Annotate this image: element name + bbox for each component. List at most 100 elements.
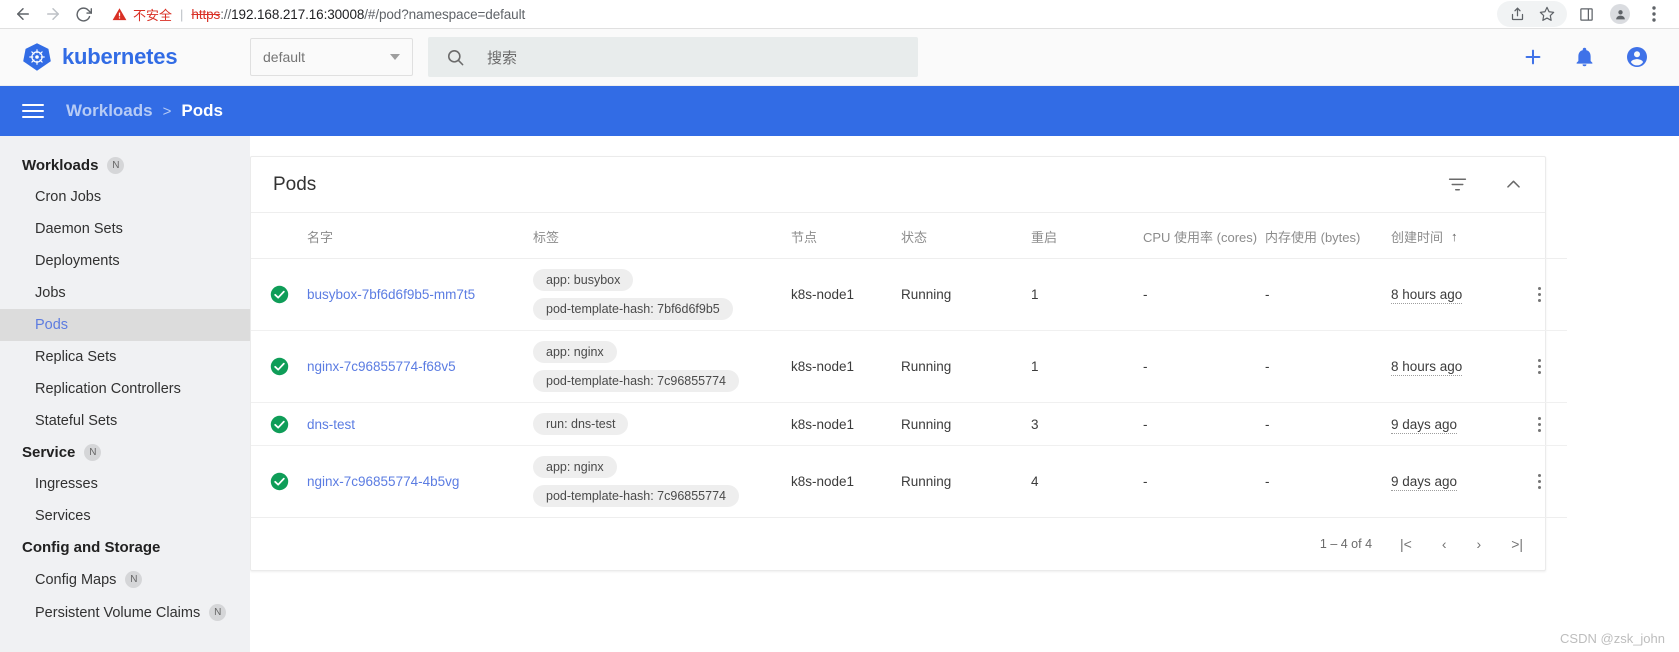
back-arrow-icon[interactable] — [10, 1, 36, 27]
search-input[interactable]: 搜索 — [428, 37, 918, 77]
th-labels[interactable]: 标签 — [533, 213, 791, 259]
row-overflow-menu-icon[interactable] — [1511, 359, 1567, 374]
sidebar-item-persistent-volume-claims[interactable]: Persistent Volume Claims N — [0, 596, 250, 629]
kubernetes-logo[interactable]: kubernetes — [22, 42, 250, 72]
breadcrumb-parent[interactable]: Workloads — [66, 101, 153, 121]
url-separator: :// — [220, 6, 232, 22]
cell-memory: - — [1265, 330, 1391, 403]
filter-icon[interactable] — [1447, 174, 1468, 195]
sidebar-item-services[interactable]: Services — [0, 500, 250, 532]
th-restarts[interactable]: 重启 — [1031, 213, 1143, 259]
last-page-button[interactable]: >| — [1511, 536, 1523, 552]
cell-name: nginx-7c96855774-4b5vg — [307, 445, 533, 518]
sidebar-item-stateful-sets[interactable]: Stateful Sets — [0, 405, 250, 437]
created-timestamp[interactable]: 9 days ago — [1391, 416, 1458, 434]
next-page-button[interactable]: › — [1477, 536, 1482, 552]
sidebar-item-label: Config Maps — [35, 571, 117, 588]
sidebar-item-deployments[interactable]: Deployments — [0, 245, 250, 277]
sidebar: Workloads N Cron Jobs Daemon Sets Deployment… — [0, 136, 250, 652]
hamburger-menu-icon[interactable] — [22, 104, 44, 118]
th-status[interactable]: 状态 — [901, 213, 1031, 259]
created-timestamp[interactable]: 8 hours ago — [1391, 287, 1463, 304]
sidebar-item-label: Stateful Sets — [35, 413, 118, 429]
cell-restarts: 1 — [1031, 258, 1143, 331]
th-created[interactable]: 创建时间 ↑ — [1391, 213, 1511, 259]
dot — [1537, 428, 1541, 432]
cell-created: 8 hours ago — [1391, 330, 1511, 403]
sidebar-item-label: Deployments — [35, 253, 120, 269]
hamburger-line — [22, 110, 44, 112]
pod-name-link[interactable]: busybox-7bf6d6f9b5-mm7t5 — [307, 287, 475, 302]
sidebar-item-label: Ingresses — [35, 476, 98, 492]
url-text: https://192.168.217.16:30008/#/pod?names… — [191, 7, 525, 22]
created-timestamp[interactable]: 8 hours ago — [1391, 359, 1463, 376]
pods-card: Pods 名字 标签 节点 状态 重启 CPU 使用率 (cores) 内存使用… — [250, 156, 1567, 571]
table-row[interactable]: nginx-7c96855774-4b5vg app: nginx pod-temp… — [251, 445, 1567, 518]
search-icon — [446, 48, 465, 67]
cell-cpu: - — [1143, 330, 1265, 403]
share-icon[interactable] — [1503, 1, 1531, 27]
cell-name: busybox-7bf6d6f9b5-mm7t5 — [307, 258, 533, 331]
table-row[interactable]: busybox-7bf6d6f9b5-mm7t5 app: busybox pod-… — [251, 258, 1567, 331]
th-memory[interactable]: 内存使用 (bytes) — [1265, 213, 1391, 259]
dot — [1537, 416, 1541, 420]
row-overflow-menu-icon[interactable] — [1511, 416, 1567, 432]
sidebar-item-replica-sets[interactable]: Replica Sets — [0, 341, 250, 373]
cell-status: Running — [901, 402, 1031, 446]
star-icon[interactable] — [1533, 1, 1561, 27]
sidebar-item-cron-jobs[interactable]: Cron Jobs — [0, 181, 250, 213]
sidebar-item-daemon-sets[interactable]: Daemon Sets — [0, 213, 250, 245]
sidebar-group-workloads[interactable]: Workloads N — [0, 150, 250, 181]
card-action-group — [1447, 174, 1523, 195]
th-cpu[interactable]: CPU 使用率 (cores) — [1143, 213, 1265, 259]
sidebar-group-label: Service — [22, 444, 76, 461]
row-overflow-menu-icon[interactable] — [1511, 474, 1567, 489]
table-header-row: 名字 标签 节点 状态 重启 CPU 使用率 (cores) 内存使用 (byt… — [251, 213, 1567, 259]
cell-status: Running — [901, 330, 1031, 403]
watermark: CSDN @zsk_john — [1560, 631, 1665, 646]
sidebar-item-config-maps[interactable]: Config Maps N — [0, 563, 250, 596]
namespace-selector[interactable]: default — [250, 38, 413, 76]
cell-labels: app: nginx pod-template-hash: 7c96855774 — [533, 330, 791, 403]
logo-text: kubernetes — [62, 44, 178, 69]
pod-name-link[interactable]: dns-test — [307, 417, 355, 432]
bell-icon[interactable] — [1574, 47, 1595, 68]
th-name[interactable]: 名字 — [307, 213, 533, 259]
side-panel-icon[interactable] — [1571, 0, 1601, 28]
plus-icon[interactable] — [1522, 46, 1544, 68]
pod-name-link[interactable]: nginx-7c96855774-f68v5 — [307, 359, 456, 374]
previous-page-button[interactable]: ‹ — [1442, 536, 1447, 552]
cell-node: k8s-node1 — [791, 330, 901, 403]
sidebar-item-replication-controllers[interactable]: Replication Controllers — [0, 373, 250, 405]
sidebar-item-label: Jobs — [35, 285, 66, 301]
chevron-up-icon[interactable] — [1504, 175, 1523, 194]
table-row[interactable]: nginx-7c96855774-f68v5 app: nginx pod-temp… — [251, 330, 1567, 403]
table-header: 名字 标签 节点 状态 重启 CPU 使用率 (cores) 内存使用 (byt… — [251, 213, 1567, 259]
sidebar-item-ingresses[interactable]: Ingresses — [0, 468, 250, 500]
three-dot-menu-icon[interactable] — [1639, 0, 1669, 28]
sidebar-item-jobs[interactable]: Jobs — [0, 277, 250, 309]
cell-restarts: 4 — [1031, 445, 1143, 518]
reload-icon[interactable] — [70, 1, 96, 27]
dot — [1537, 287, 1541, 290]
sidebar-group-config-and-storage[interactable]: Config and Storage — [0, 532, 250, 563]
success-check-icon — [251, 472, 307, 491]
cell-node: k8s-node1 — [791, 445, 901, 518]
dot — [1537, 371, 1541, 374]
breadcrumb: Workloads > Pods — [66, 101, 223, 121]
created-timestamp[interactable]: 9 days ago — [1391, 474, 1458, 491]
cell-row-menu — [1511, 445, 1567, 518]
pod-name-link[interactable]: nginx-7c96855774-4b5vg — [307, 474, 459, 489]
address-bar[interactable]: 不安全 | https://192.168.217.16:30008/#/pod… — [100, 1, 1567, 27]
row-overflow-menu-icon[interactable] — [1511, 287, 1567, 302]
sidebar-group-service[interactable]: Service N — [0, 437, 250, 468]
th-node[interactable]: 节点 — [791, 213, 901, 259]
table-row[interactable]: dns-test run: dns-test k8s-node1 Running 3- -… — [251, 402, 1567, 446]
sidebar-item-pods[interactable]: Pods — [0, 309, 250, 341]
url-host: 192.168.217.16:30008 — [231, 6, 365, 22]
first-page-button[interactable]: |< — [1400, 536, 1412, 552]
forward-arrow-icon[interactable] — [40, 1, 66, 27]
th-created-label: 创建时间 — [1391, 230, 1444, 245]
account-circle-icon[interactable] — [1625, 45, 1649, 69]
profile-avatar-icon[interactable] — [1605, 0, 1635, 28]
